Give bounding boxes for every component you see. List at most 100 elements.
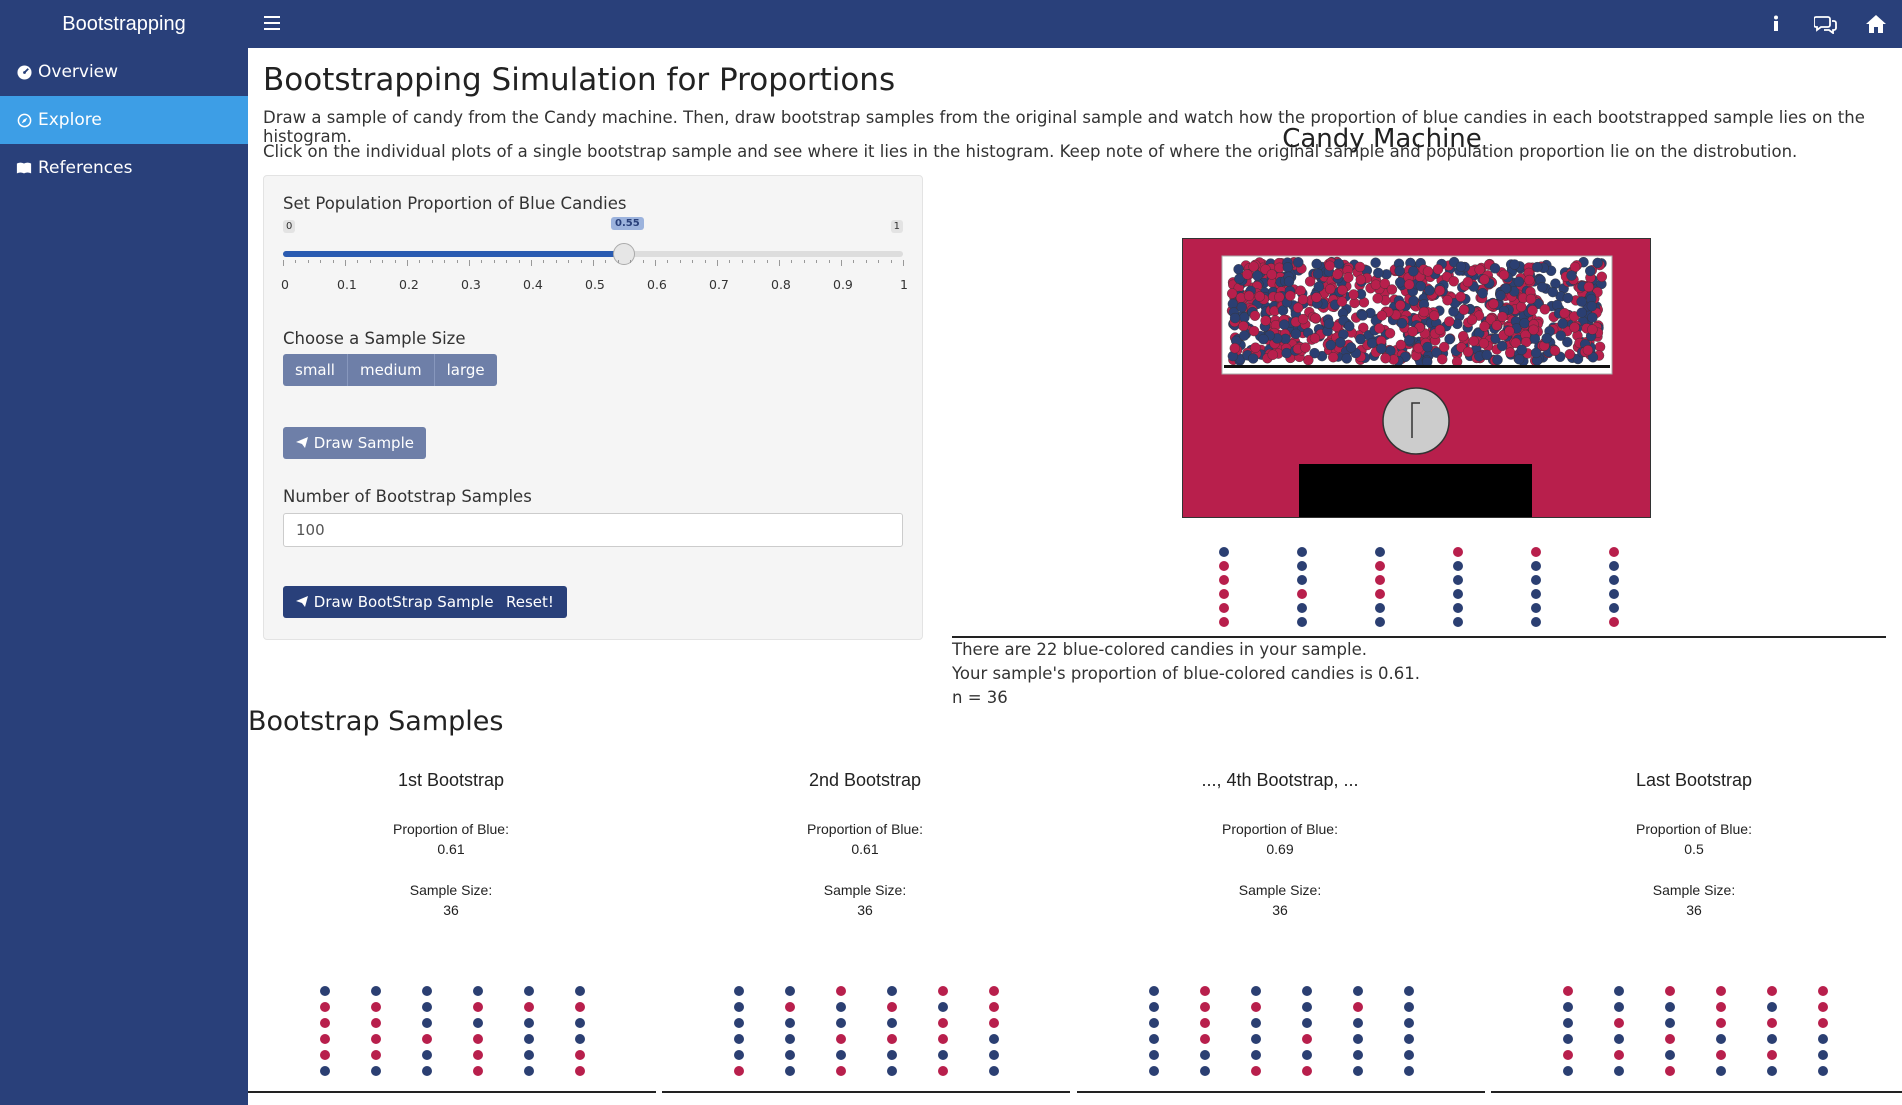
blue-candy-dot: [1563, 1018, 1573, 1028]
blue-candy-dot: [1818, 1050, 1828, 1060]
red-candy-dot: [1818, 1018, 1828, 1028]
blue-candy-dot: [1767, 1066, 1777, 1076]
red-candy-dot: [473, 1050, 483, 1060]
blue-candy-dot: [422, 1066, 432, 1076]
sample-size-label: Sample Size:: [1238, 882, 1322, 898]
blue-candy-dot: [1614, 986, 1624, 996]
red-candy-dot: [371, 1050, 381, 1060]
blue-candy-dot: [575, 1034, 585, 1044]
blue-candy-dot: [1353, 1018, 1363, 1028]
app-title[interactable]: Bootstrapping: [0, 0, 248, 48]
red-candy-dot: [1665, 1066, 1675, 1076]
red-candy-dot: [887, 1034, 897, 1044]
blue-candy-dot: [785, 986, 795, 996]
blue-candy-dot: [1818, 1034, 1828, 1044]
red-candy-dot: [1200, 1018, 1210, 1028]
red-candy-dot: [422, 1034, 432, 1044]
proportion-of-blue-value: 0.5: [1684, 841, 1704, 857]
divider: [1491, 1091, 1902, 1093]
red-candy-dot: [734, 1066, 744, 1076]
blue-candy-dot: [1614, 1002, 1624, 1012]
bootstrap-dot-plot[interactable]: [1491, 980, 1897, 1080]
book-icon: [16, 160, 32, 176]
blue-candy-dot: [836, 1050, 846, 1060]
slider-tick: [655, 260, 656, 266]
divider: [1077, 1091, 1485, 1093]
red-candy-dot: [1563, 1050, 1573, 1060]
red-candy-dot: [938, 986, 948, 996]
blue-candy-dot: [1767, 1034, 1777, 1044]
blue-candy-dot: [524, 1066, 534, 1076]
bootstrap-sample-card[interactable]: 1st Bootstrap Proportion of Blue: 0.61 Samp…: [248, 0, 656, 1105]
blue-candy-dot: [473, 986, 483, 996]
sidebar-item-overview[interactable]: Overview: [0, 48, 248, 96]
red-candy-dot: [1251, 1066, 1261, 1076]
blue-candy-dot: [785, 1034, 795, 1044]
blue-candy-dot: [422, 986, 432, 996]
blue-candy-dot: [785, 1018, 795, 1028]
blue-candy-dot: [1404, 1018, 1414, 1028]
red-candy-dot: [785, 1002, 795, 1012]
red-candy-dot: [1665, 1034, 1675, 1044]
red-candy-dot: [938, 1066, 948, 1076]
red-candy-dot: [1200, 986, 1210, 996]
blue-candy-dot: [989, 1050, 999, 1060]
blue-candy-dot: [734, 1050, 744, 1060]
blue-candy-dot: [1149, 1018, 1159, 1028]
sidebar-item-references[interactable]: References: [0, 144, 248, 192]
bootstrap-dot-plot[interactable]: [1077, 980, 1483, 1080]
blue-candy-dot: [887, 986, 897, 996]
blue-candy-dot: [836, 1002, 846, 1012]
blue-candy-dot: [1614, 1034, 1624, 1044]
red-candy-dot: [1818, 986, 1828, 996]
blue-candy-dot: [785, 1050, 795, 1060]
red-candy-dot: [1767, 1050, 1777, 1060]
bootstrap-dot-plot[interactable]: [662, 980, 1068, 1080]
red-candy-dot: [1716, 1002, 1726, 1012]
red-candy-dot: [836, 1066, 846, 1076]
blue-candy-dot: [836, 1018, 846, 1028]
sample-size-value: 36: [443, 902, 459, 918]
red-candy-dot: [1353, 1002, 1363, 1012]
blue-candy-dot: [1251, 1050, 1261, 1060]
bootstrap-title: ..., 4th Bootstrap, ...: [1201, 770, 1359, 790]
bootstrap-sample-card[interactable]: Last Bootstrap Proportion of Blue: 0.5 Samp…: [1491, 0, 1902, 1105]
blue-candy-dot: [887, 1018, 897, 1028]
red-candy-dot: [1200, 1002, 1210, 1012]
blue-candy-dot: [1302, 1002, 1312, 1012]
red-candy-dot: [989, 1002, 999, 1012]
sample-size-label: Sample Size:: [1652, 882, 1736, 898]
divider: [248, 1091, 656, 1093]
blue-candy-dot: [1200, 1050, 1210, 1060]
red-candy-dot: [836, 1034, 846, 1044]
bootstrap-sample-card[interactable]: 2nd Bootstrap Proportion of Blue: 0.61 Samp…: [662, 0, 1070, 1105]
blue-candy-dot: [1353, 986, 1363, 996]
red-candy-dot: [887, 1002, 897, 1012]
red-candy-dot: [1665, 986, 1675, 996]
blue-candy-dot: [938, 1002, 948, 1012]
blue-candy-dot: [1251, 986, 1261, 996]
red-candy-dot: [473, 1066, 483, 1076]
blue-candy-dot: [422, 1050, 432, 1060]
blue-candy-dot: [1404, 1034, 1414, 1044]
proportion-of-blue-label: Proportion of Blue:: [393, 821, 509, 837]
bootstrap-dot-plot[interactable]: [248, 980, 654, 1080]
sidebar-item-explore[interactable]: Explore: [0, 96, 248, 144]
red-candy-dot: [1251, 1002, 1261, 1012]
red-candy-dot: [575, 1002, 585, 1012]
bootstrap-sample-card[interactable]: ..., 4th Bootstrap, ... Proportion of Blu…: [1077, 0, 1485, 1105]
red-candy-dot: [524, 1002, 534, 1012]
red-candy-dot: [575, 1050, 585, 1060]
blue-candy-dot: [575, 1018, 585, 1028]
sidebar: Overview Explore References: [0, 48, 248, 1105]
blue-candy-dot: [320, 1066, 330, 1076]
bootstrap-title: 1st Bootstrap: [397, 770, 505, 790]
blue-candy-dot: [524, 986, 534, 996]
red-candy-dot: [1614, 1050, 1624, 1060]
blue-candy-dot: [734, 1002, 744, 1012]
red-candy-dot: [938, 1018, 948, 1028]
blue-candy-dot: [1302, 986, 1312, 996]
blue-candy-dot: [1404, 1050, 1414, 1060]
red-candy-dot: [1818, 1002, 1828, 1012]
blue-candy-dot: [1353, 1050, 1363, 1060]
